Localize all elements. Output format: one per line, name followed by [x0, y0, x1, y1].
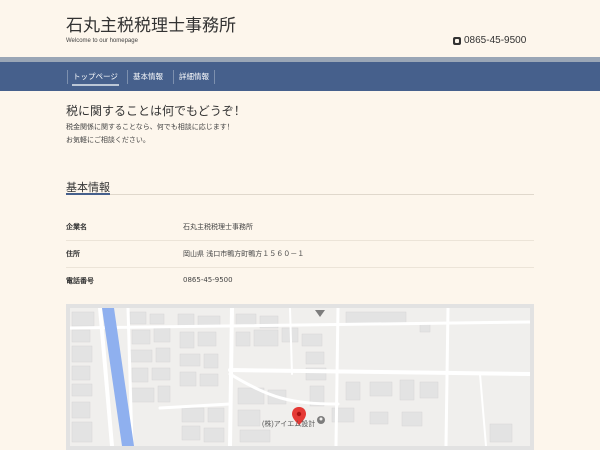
main-nav: トップページ 基本情報 詳細情報 [0, 62, 600, 91]
info-row-company: 企業名 石丸主税税理士事務所 [66, 213, 534, 241]
nav-item-top-page[interactable]: トップページ [67, 70, 123, 86]
info-value: 岡山県 浅口市鴨方町鴨方１５６０－１ [183, 250, 305, 258]
intro-heading: 税に関することは何でもどうぞ！ [66, 104, 246, 118]
map-place-label[interactable]: (株)アイエム設計 [262, 419, 315, 429]
phone-icon [453, 36, 461, 45]
section-accent [66, 193, 110, 195]
site-title[interactable]: 石丸主税税理士事務所 [66, 11, 236, 36]
map-poi-icon[interactable] [317, 416, 325, 424]
info-value: 石丸主税税理士事務所 [183, 223, 253, 231]
info-label: 企業名 [66, 223, 87, 231]
info-label: 住所 [66, 250, 80, 258]
embedded-map[interactable]: (株)アイエム設計 [66, 304, 534, 450]
intro-line: 税金関係に関することなら、何でも相談に応じます！ [66, 123, 234, 131]
info-row-phone: 電話番号 0865-45-9500 [66, 267, 534, 294]
header-phone-number: 0865-45-9500 [464, 35, 527, 46]
info-label: 電話番号 [66, 277, 94, 285]
site-tagline: Welcome to our homepage [66, 38, 138, 44]
header-phone[interactable]: 0865-45-9500 [453, 35, 526, 46]
map-nav-marker-icon [315, 310, 325, 317]
site-header: 石丸主税税理士事務所 Welcome to our homepage 0865-… [0, 0, 600, 57]
nav-item-detail-info[interactable]: 詳細情報 [173, 70, 215, 84]
info-value[interactable]: 0865-45-9500 [183, 276, 233, 284]
info-row-address: 住所 岡山県 浅口市鴨方町鴨方１５６０－１ [66, 240, 534, 268]
section-divider [66, 194, 534, 195]
nav-item-basic-info[interactable]: 基本情報 [127, 70, 168, 84]
intro-line: お気軽にご相談ください。 [66, 136, 150, 144]
